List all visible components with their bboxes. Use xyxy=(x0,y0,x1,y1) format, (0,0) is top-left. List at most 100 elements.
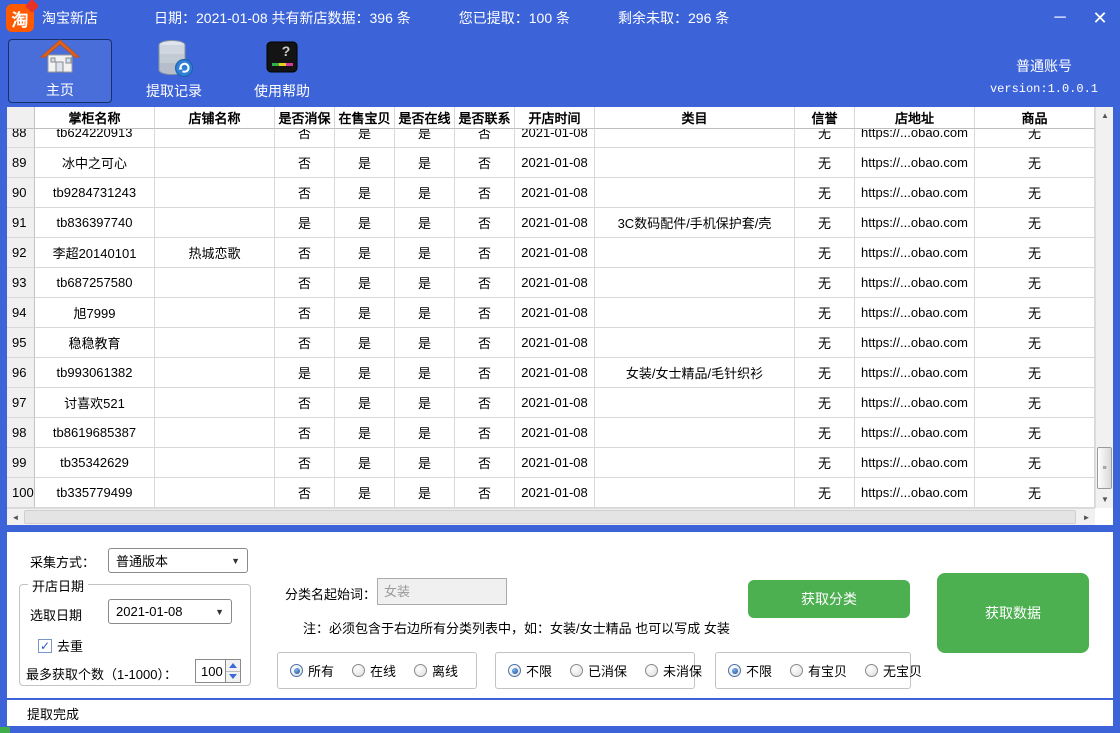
table-cell: 否 xyxy=(455,148,515,178)
table-cell: 是 xyxy=(395,178,455,208)
collect-method-label: 采集方式： xyxy=(30,552,95,571)
table-cell: 无 xyxy=(795,418,855,448)
header-cell[interactable]: 是否联系 xyxy=(455,107,515,129)
collect-method-select[interactable]: 普通版本 ▼ xyxy=(108,548,248,573)
toolbar-item-home[interactable]: 主页 xyxy=(8,39,112,103)
table-row[interactable]: 94旭7999否是是否2021-01-08无https://...obao.co… xyxy=(7,298,1095,328)
table-cell xyxy=(595,388,795,418)
table-cell: 否 xyxy=(455,129,515,148)
category-word-input[interactable] xyxy=(377,578,507,605)
get-category-button[interactable]: 获取分类 xyxy=(748,580,910,618)
svg-text:?: ? xyxy=(282,43,291,59)
radio-icon xyxy=(728,664,741,677)
scroll-left-icon[interactable]: ◄ xyxy=(7,509,24,526)
vertical-scroll-thumb[interactable]: ≡ xyxy=(1097,447,1112,489)
checkbox-check-icon: ✓ xyxy=(38,639,52,653)
table-cell: 2021-01-08 xyxy=(515,478,595,508)
table-row[interactable]: 98tb8619685387否是是否2021-01-08无https://...… xyxy=(7,418,1095,448)
table-row[interactable]: 96tb993061382是是是否2021-01-08女装/女士精品/毛针织衫无… xyxy=(7,358,1095,388)
toolbar-item-records[interactable]: 提取记录 xyxy=(138,39,210,103)
table-cell: 无 xyxy=(795,328,855,358)
table-cell: 无 xyxy=(975,268,1095,298)
table-cell: 是 xyxy=(335,268,395,298)
radio-icon xyxy=(414,664,427,677)
header-cell[interactable]: 在售宝贝 xyxy=(335,107,395,129)
horizontal-scrollbar[interactable]: ◄ ► xyxy=(7,508,1095,525)
table-row[interactable]: 97讨喜欢521否是是否2021-01-08无https://...obao.c… xyxy=(7,388,1095,418)
table-cell: 否 xyxy=(275,148,335,178)
header-cell[interactable]: 是否消保 xyxy=(275,107,335,129)
table-cell: 2021-01-08 xyxy=(515,129,595,148)
header-cell[interactable]: 店铺名称 xyxy=(155,107,275,129)
table-cell: 否 xyxy=(275,478,335,508)
radio-label: 不限 xyxy=(526,661,552,680)
header-cell[interactable]: 类目 xyxy=(595,107,795,129)
table-cell: tb624220913 xyxy=(35,129,155,148)
stepper-down-icon[interactable] xyxy=(226,672,240,683)
table-cell xyxy=(155,388,275,418)
radio-option-item-filter[interactable]: 有宝贝 xyxy=(790,661,847,680)
radio-option-protection-filter[interactable]: 已消保 xyxy=(570,661,627,680)
toolbar-item-help[interactable]: ? 使用帮助 xyxy=(246,39,318,103)
table-cell: 无 xyxy=(795,208,855,238)
table-row[interactable]: 88tb624220913否是是否2021-01-08无https://...o… xyxy=(7,129,1095,148)
table-cell: 否 xyxy=(455,448,515,478)
table-cell: 是 xyxy=(335,148,395,178)
header-cell[interactable]: 是否在线 xyxy=(395,107,455,129)
header-cell[interactable]: 信誉 xyxy=(795,107,855,129)
vertical-scrollbar[interactable]: ▲ ≡ ▼ xyxy=(1095,107,1113,508)
table-row[interactable]: 100tb335779499否是是否2021-01-08无https://...… xyxy=(7,478,1095,508)
control-panel: 采集方式： 普通版本 ▼ 开店日期 选取日期 2021-01-08 ▼ ✓ 去重… xyxy=(7,532,1113,698)
table-row[interactable]: 99tb35342629否是是否2021-01-08无https://...ob… xyxy=(7,448,1095,478)
table-row[interactable]: 95稳稳教育否是是否2021-01-08无https://...obao.com… xyxy=(7,328,1095,358)
table-cell: 否 xyxy=(275,298,335,328)
close-button[interactable]: ✕ xyxy=(1080,3,1120,33)
table-cell: 无 xyxy=(795,478,855,508)
max-count-stepper[interactable]: 100 xyxy=(195,659,241,683)
radio-option-online-filter[interactable]: 在线 xyxy=(352,661,396,680)
radio-option-item-filter[interactable]: 无宝贝 xyxy=(865,661,922,680)
table-row[interactable]: 91tb836397740是是是否2021-01-083C数码配件/手机保护套/… xyxy=(7,208,1095,238)
header-cell[interactable]: 开店时间 xyxy=(515,107,595,129)
stepper-up-icon[interactable] xyxy=(226,660,240,672)
account-type: 普通账号 xyxy=(990,56,1098,76)
select-date-select[interactable]: 2021-01-08 ▼ xyxy=(108,599,232,624)
radio-option-online-filter[interactable]: 离线 xyxy=(414,661,458,680)
table-cell: 无 xyxy=(795,388,855,418)
radio-group-online: 所有 在线 离线 xyxy=(277,652,477,689)
table-cell xyxy=(595,448,795,478)
table-row[interactable]: 93tb687257580否是是否2021-01-08无https://...o… xyxy=(7,268,1095,298)
table-cell: 无 xyxy=(975,178,1095,208)
max-count-value[interactable]: 100 xyxy=(196,660,225,682)
dedupe-checkbox[interactable]: ✓ 去重 xyxy=(38,636,83,655)
header-cell-rownum xyxy=(7,107,35,129)
table-cell: https://...obao.com xyxy=(855,178,975,208)
radio-option-item-filter[interactable]: 不限 xyxy=(728,661,772,680)
radio-option-protection-filter[interactable]: 未消保 xyxy=(645,661,702,680)
minimize-button[interactable]: ─ xyxy=(1040,3,1080,33)
stat-remaining: 剩余未取：296 条 xyxy=(618,8,729,28)
table-cell: 热城恋歌 xyxy=(155,238,275,268)
database-icon xyxy=(151,38,197,80)
scroll-right-icon[interactable]: ► xyxy=(1078,509,1095,526)
table-row[interactable]: 90tb9284731243否是是否2021-01-08无https://...… xyxy=(7,178,1095,208)
header-cell[interactable]: 掌柜名称 xyxy=(35,107,155,129)
table-row[interactable]: 89冰中之可心否是是否2021-01-08无https://...obao.co… xyxy=(7,148,1095,178)
radio-option-protection-filter[interactable]: 不限 xyxy=(508,661,552,680)
table-cell: 是 xyxy=(275,208,335,238)
scroll-down-icon[interactable]: ▼ xyxy=(1096,491,1114,508)
radio-option-online-filter[interactable]: 所有 xyxy=(290,661,334,680)
scroll-up-icon[interactable]: ▲ xyxy=(1096,107,1114,124)
header-cell[interactable]: 店地址 xyxy=(855,107,975,129)
table-body: 88tb624220913否是是否2021-01-08无https://...o… xyxy=(7,129,1095,508)
header-cell[interactable]: 商品 xyxy=(975,107,1095,129)
horizontal-scroll-thumb[interactable] xyxy=(24,510,1076,524)
radio-label: 在线 xyxy=(370,661,396,680)
table-cell: tb35342629 xyxy=(35,448,155,478)
table-row[interactable]: 92李超20140101热城恋歌否是是否2021-01-08无https://.… xyxy=(7,238,1095,268)
get-data-button[interactable]: 获取数据 xyxy=(937,573,1089,653)
dedupe-label: 去重 xyxy=(57,636,83,655)
radio-label: 离线 xyxy=(432,661,458,680)
table-cell: 是 xyxy=(335,358,395,388)
table-cell: https://...obao.com xyxy=(855,148,975,178)
